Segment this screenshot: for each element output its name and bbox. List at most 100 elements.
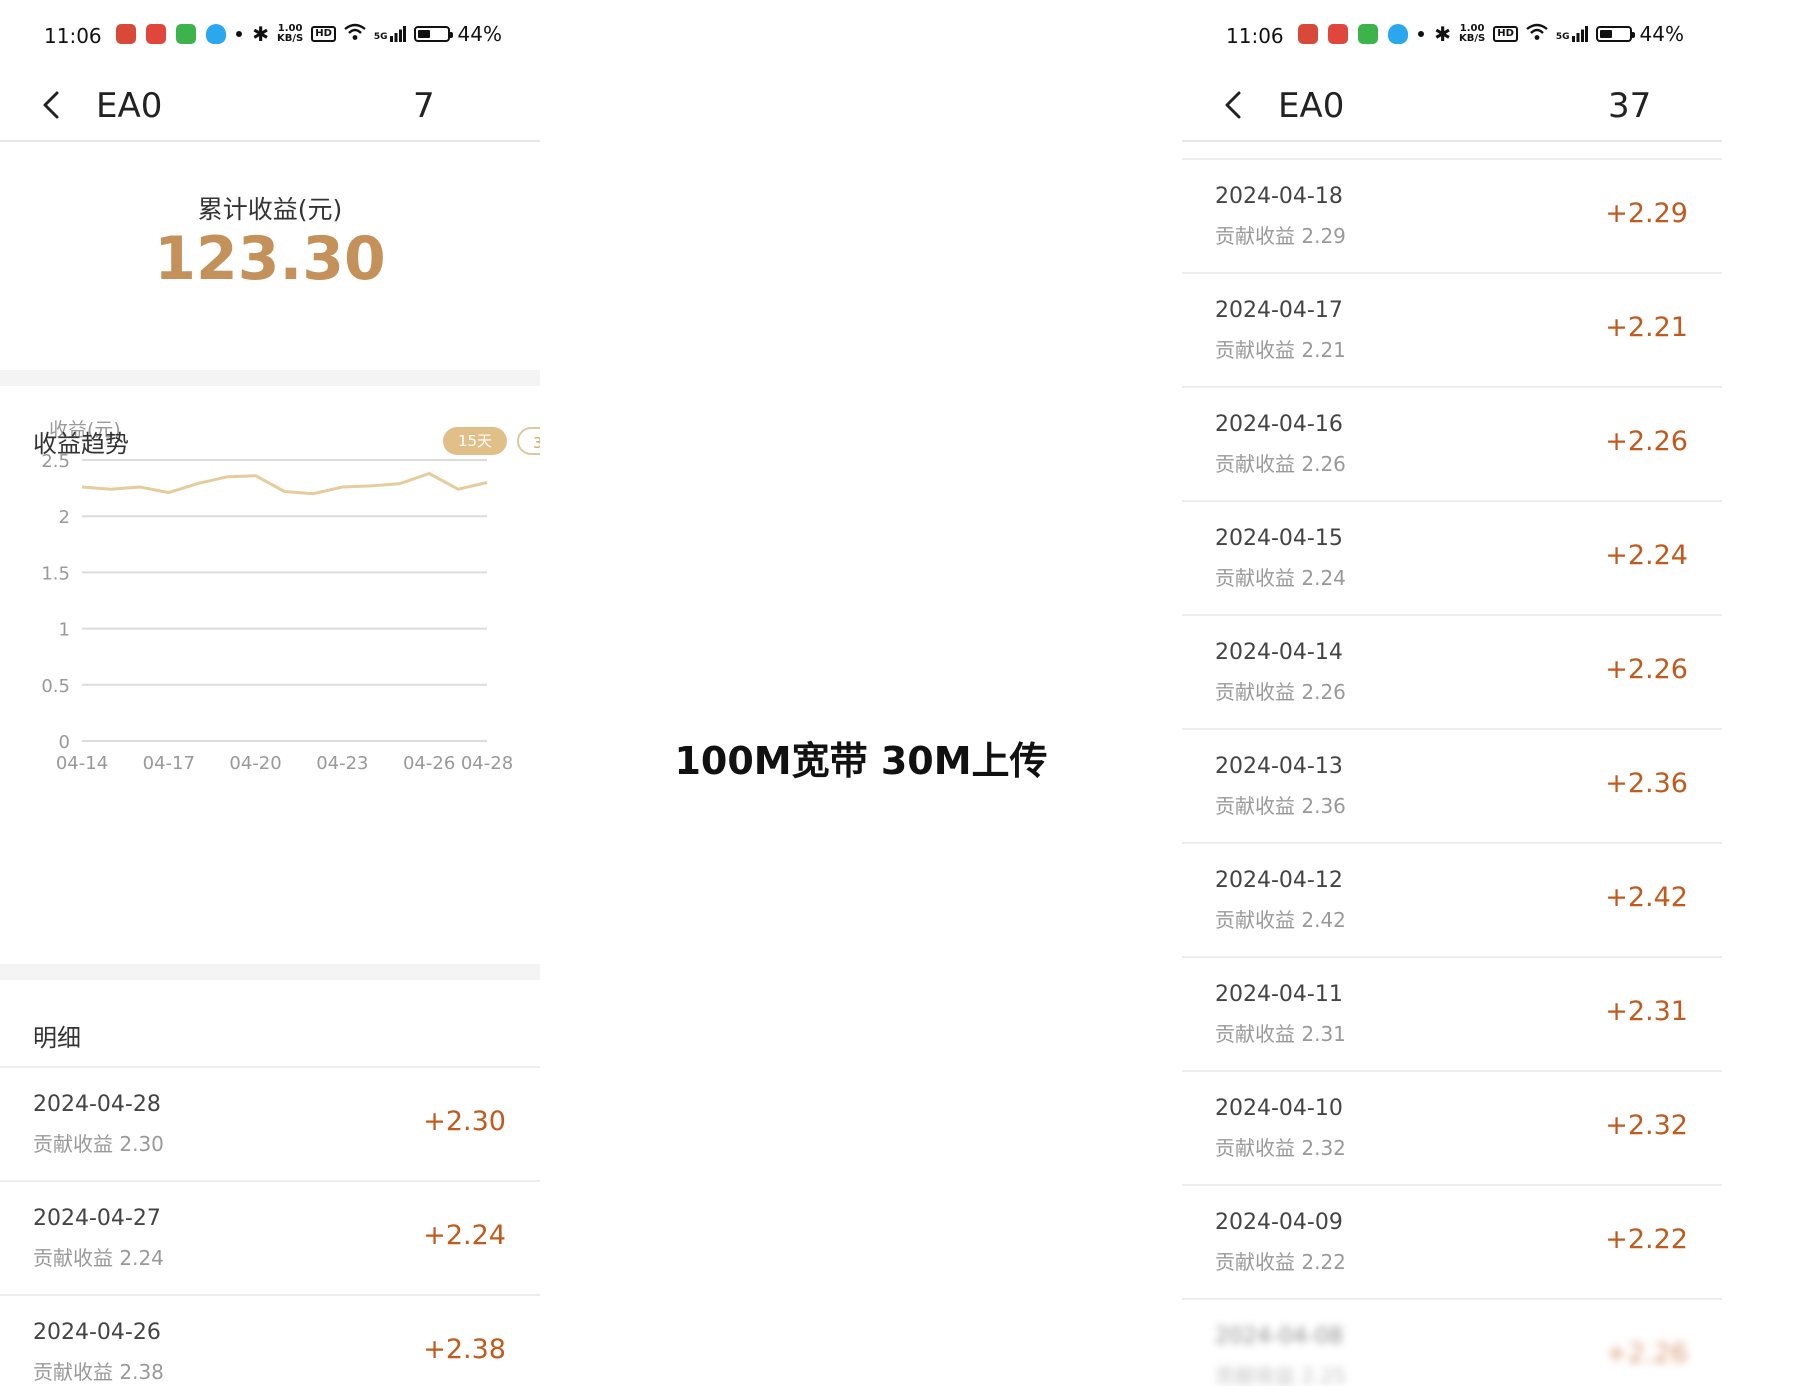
earning-detail: 贡献收益 2.36: [1215, 794, 1346, 818]
network-speed-unit: KB/S: [276, 33, 304, 44]
network-speed: 1.00 KB/S: [277, 24, 303, 44]
notification-icons: [1298, 24, 1424, 44]
earning-detail: 贡献收益 2.31: [1215, 1022, 1346, 1046]
chart-x-tick-label: 04-26: [403, 753, 455, 774]
right-phone-screen: 11:06 ✱ 1.00 KB/S HD 5G 44% EA0 37 2024-…: [1182, 0, 1722, 1386]
battery-fill: [1599, 30, 1612, 38]
list-item[interactable]: 2024-04-16 贡献收益 2.26 +2.26: [1182, 388, 1722, 502]
earning-amount: +2.36: [1605, 768, 1688, 799]
device-title-suffix: 37: [1608, 86, 1652, 126]
earning-date: 2024-04-15: [1215, 526, 1343, 551]
earning-date: 2024-04-26: [33, 1320, 161, 1345]
battery-cap: [1631, 32, 1635, 38]
chart-x-tick-label: 04-14: [56, 753, 108, 774]
earning-date: 2024-04-12: [1215, 868, 1343, 893]
battery-icon: [413, 26, 453, 42]
hd-badge: HD: [311, 26, 336, 42]
list-item[interactable]: 2024-04-08 贡献收益 2.25 +2.26: [1182, 1300, 1722, 1386]
earnings-line-chart: 00.511.522.5 04-14 04-17 04-20 04-23 04-26 04…: [41, 419, 513, 774]
battery-percent: 44%: [1639, 22, 1684, 46]
earning-amount: +2.26: [1605, 426, 1688, 457]
list-item[interactable]: 2024-04-11 贡献收益 2.31 +2.31: [1182, 958, 1722, 1072]
notification-icons: [116, 24, 242, 44]
hd-badge: HD: [1493, 26, 1518, 42]
earning-date: 2024-04-13: [1215, 754, 1343, 779]
list-item[interactable]: 2024-04-09 贡献收益 2.22 +2.22: [1182, 1186, 1722, 1300]
app-notification-icon: [1298, 24, 1318, 44]
earning-amount: +2.42: [1605, 882, 1688, 913]
list-item[interactable]: 2024-04-28 贡献收益 2.30 +2.30: [0, 1068, 540, 1182]
system-icons: ✱ 1.00 KB/S HD 5G 44%: [252, 22, 502, 46]
list-item[interactable]: 2024-04-10 贡献收益 2.32 +2.32: [1182, 1072, 1722, 1186]
earning-date: 2024-04-10: [1215, 1096, 1343, 1121]
battery-percent: 44%: [457, 22, 502, 46]
list-item[interactable]: 2024-04-27 贡献收益 2.24 +2.24: [0, 1182, 540, 1296]
bluetooth-icon: ✱: [252, 22, 269, 46]
battery-icon: [1595, 26, 1635, 42]
chart-y-tick-label: 0.5: [41, 676, 70, 697]
status-time: 11:06: [1226, 24, 1284, 48]
earning-amount: +2.29: [1605, 198, 1688, 229]
device-title: EA0: [1278, 86, 1345, 126]
nav-bar: EA0 7: [0, 72, 540, 142]
earning-amount: +2.38: [423, 1334, 506, 1365]
cell-signal-icon: 5G: [374, 26, 406, 42]
earning-date: 2024-04-28: [33, 1092, 161, 1117]
back-arrow-icon[interactable]: [1220, 90, 1250, 120]
network-type-label: 5G: [373, 32, 388, 42]
earnings-trend-section: 0 0.5 1 1.5 2 2.5 04-14 04-17 04-20 04-23 04-26 04…: [0, 386, 540, 964]
earning-detail: 贡献收益 2.24: [1215, 566, 1346, 590]
earnings-summary: 累计收益(元) 123.30: [0, 142, 540, 370]
earning-date: 2024-04-27: [33, 1206, 161, 1231]
section-divider: [0, 370, 540, 386]
earnings-list: 2024-04-28 贡献收益 2.30 +2.30 2024-04-27 贡献收益 2…: [0, 1068, 540, 1386]
battery-fill: [417, 30, 430, 38]
bandwidth-caption: 100M宽带 30M上传: [674, 739, 1048, 783]
chart-x-ticks: 04-14 04-17 04-20 04-23 04-26 04-28: [56, 753, 513, 774]
network-speed: 1.00 KB/S: [1459, 24, 1485, 44]
earning-amount: +2.24: [423, 1220, 506, 1251]
earning-date: 2024-04-08: [1215, 1324, 1343, 1349]
list-item[interactable]: 2024-04-26 贡献收益 2.38 +2.38: [0, 1296, 540, 1386]
list-item[interactable]: 2024-04-15 贡献收益 2.24 +2.24: [1182, 502, 1722, 616]
list-item[interactable]: 2024-04-17 贡献收益 2.21 +2.21: [1182, 274, 1722, 388]
earning-detail: 贡献收益 2.22: [1215, 1250, 1346, 1274]
wifi-icon: [1526, 22, 1548, 46]
earning-amount: +2.26: [1605, 654, 1688, 685]
back-arrow-icon[interactable]: [38, 90, 68, 120]
section-divider: [0, 964, 540, 980]
chart-grid: [82, 459, 487, 742]
earning-detail: 贡献收益 2.30: [33, 1132, 164, 1156]
device-title-suffix: 7: [413, 86, 435, 126]
earning-date: 2024-04-17: [1215, 298, 1343, 323]
earning-detail: 贡献收益 2.24: [33, 1246, 164, 1270]
list-item[interactable]: 2024-04-14 贡献收益 2.26 +2.26: [1182, 616, 1722, 730]
list-item[interactable]: 2024-04-18 贡献收益 2.29 +2.29: [1182, 160, 1722, 274]
app-notification-icon: [116, 24, 136, 44]
list-item[interactable]: 2024-04-12 贡献收益 2.42 +2.42: [1182, 844, 1722, 958]
wifi-icon: [344, 22, 366, 46]
range-15-days-button[interactable]: 15天: [443, 427, 507, 455]
earning-amount: +2.32: [1605, 1110, 1688, 1141]
earning-amount: +2.21: [1605, 312, 1688, 343]
battery-cap: [449, 32, 453, 38]
shopping-app-icon: [1358, 24, 1378, 44]
earning-detail: 贡献收益 2.26: [1215, 680, 1346, 704]
cell-signal-icon: 5G: [1556, 26, 1588, 42]
chart-y-tick-label: 2: [59, 507, 70, 528]
list-item[interactable]: 2024-04-13 贡献收益 2.36 +2.36: [1182, 730, 1722, 844]
earning-amount: +2.24: [1605, 540, 1688, 571]
earning-date: 2024-04-18: [1215, 184, 1343, 209]
detail-title: 明细: [33, 1024, 81, 1052]
trend-title: 收益趋势: [33, 430, 129, 458]
more-notifications-dot: [236, 31, 242, 37]
range-30-days-button[interactable]: 30天: [517, 427, 540, 455]
earning-amount: +2.31: [1605, 996, 1688, 1027]
earning-date: 2024-04-16: [1215, 412, 1343, 437]
earning-amount: +2.22: [1605, 1224, 1688, 1255]
chart-series: [81, 472, 488, 496]
chart-x-tick-label: 04-17: [143, 753, 195, 774]
total-earnings-value: 123.30: [154, 224, 386, 294]
chart-series-line: [81, 472, 488, 496]
earnings-list: 2024-04-18 贡献收益 2.29 +2.29 2024-04-17 贡献收益 2…: [1182, 158, 1722, 1386]
